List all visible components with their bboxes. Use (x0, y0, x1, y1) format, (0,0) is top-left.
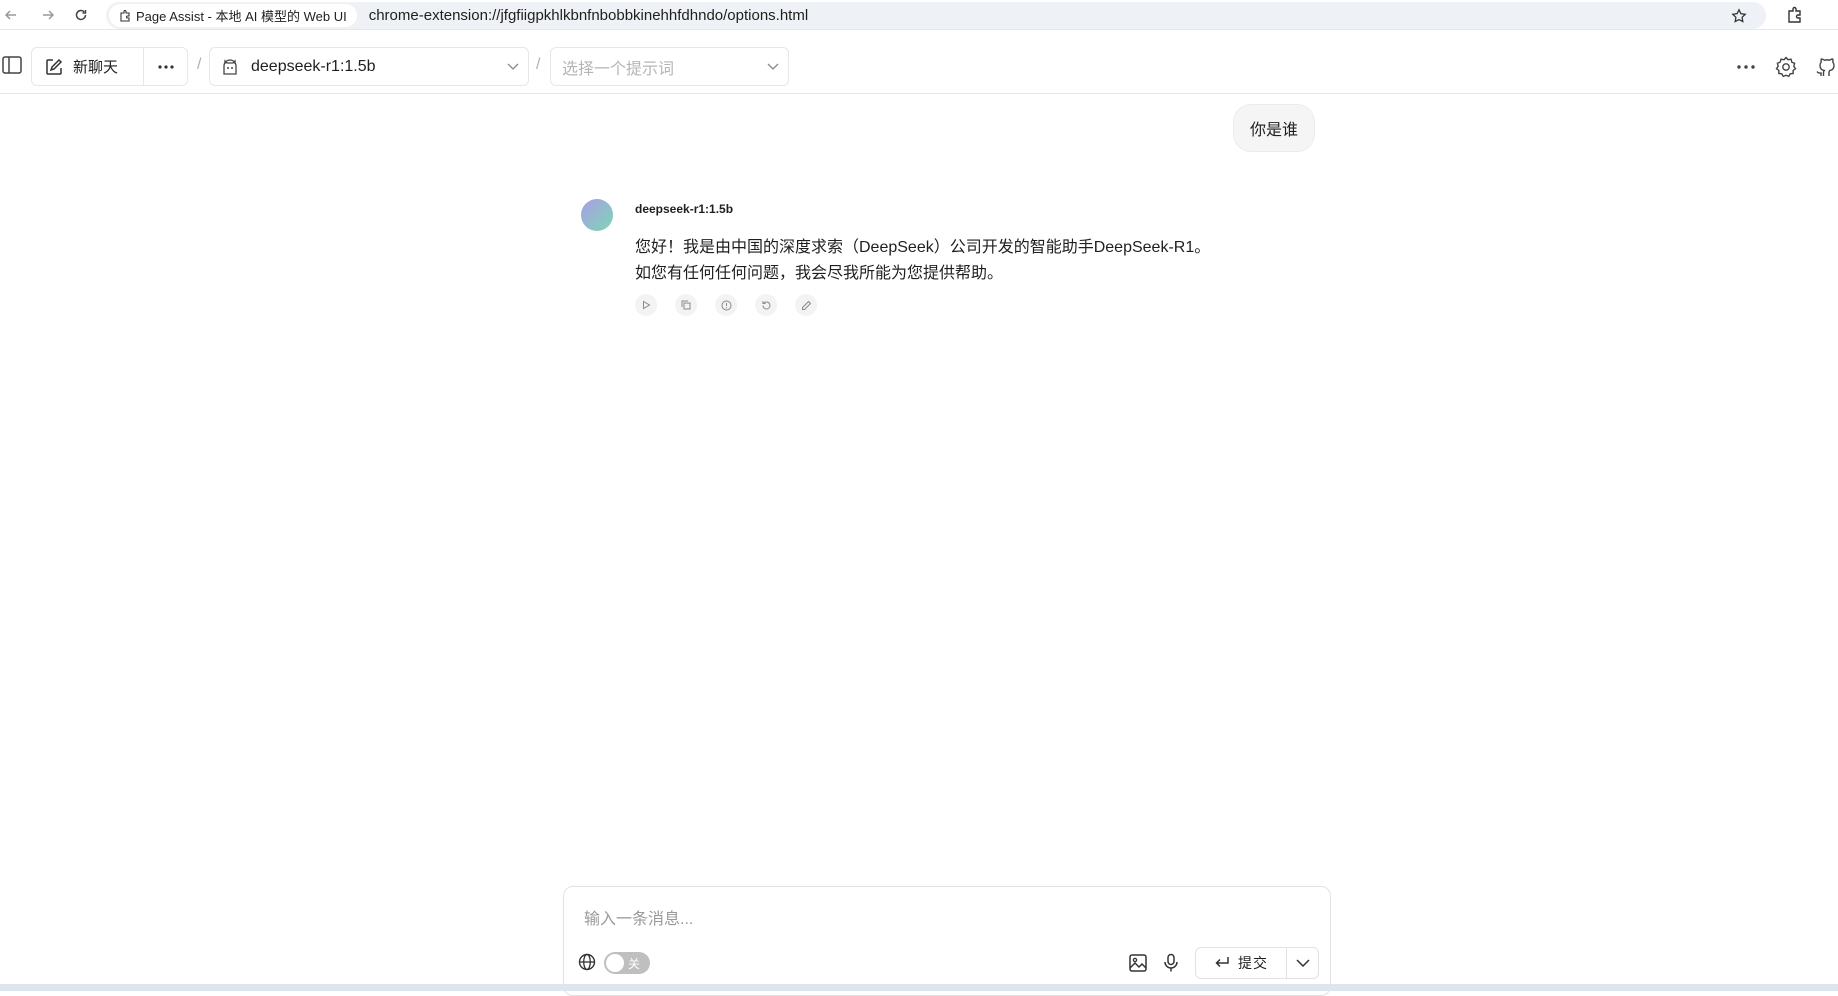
submit-button[interactable]: 提交 (1196, 948, 1287, 978)
ellipsis-icon (1737, 65, 1755, 69)
extensions-button[interactable] (1782, 3, 1808, 27)
regenerate-icon (762, 300, 770, 309)
tab-title: Page Assist - 本地 AI 模型的 Web UI (136, 9, 347, 24)
new-chat-group: 新聊天 (31, 47, 188, 86)
chat-more-button[interactable] (144, 48, 187, 85)
model-select-value: deepseek-r1:1.5b (251, 57, 376, 75)
more-options-button[interactable] (1733, 54, 1759, 80)
edit-icon (801, 300, 811, 310)
toggle-label: 关 (628, 957, 641, 971)
separator: / (197, 56, 202, 73)
message-input[interactable] (584, 909, 1304, 931)
play-button[interactable] (635, 294, 657, 316)
globe-icon (577, 952, 597, 972)
url-text[interactable]: chrome-extension://jfgfiigpkhlkbnfnbobbk… (369, 7, 808, 24)
prompt-select-placeholder: 选择一个提示词 (562, 60, 675, 78)
submit-label: 提交 (1238, 955, 1268, 971)
window-bottom-edge (0, 984, 1838, 991)
browser-toolbar: Page Assist - 本地 AI 模型的 Web UI chrome-ex… (0, 0, 1838, 30)
app-header: 新聊天 / deepseek-r1:1.5b / 选择一个提示词 (0, 38, 1838, 94)
microphone-icon (1164, 953, 1178, 972)
sidebar-icon (2, 56, 22, 74)
image-icon (1129, 954, 1147, 972)
copy-button[interactable] (675, 294, 697, 316)
bot-message-line: 您好！我是由中国的深度求索（DeepSeek）公司开发的智能助手DeepSeek… (635, 239, 1211, 256)
back-button[interactable] (0, 0, 22, 30)
regenerate-button[interactable] (755, 294, 777, 316)
message-composer: 关 提交 (563, 886, 1331, 996)
toggle-knob (606, 954, 624, 972)
info-icon (721, 300, 731, 310)
address-bar[interactable]: Page Assist - 本地 AI 模型的 Web UI chrome-ex… (106, 2, 1766, 29)
bot-avatar (581, 199, 613, 231)
info-button[interactable] (715, 294, 737, 316)
chevron-down-icon (1295, 959, 1310, 967)
github-button[interactable] (1812, 54, 1838, 80)
web-search-toggle[interactable]: 关 (604, 952, 650, 974)
bot-message: 您好！我是由中国的深度求索（DeepSeek）公司开发的智能助手DeepSeek… (635, 235, 1235, 287)
new-chat-label: 新聊天 (73, 59, 119, 76)
edit-square-icon (46, 58, 63, 75)
new-chat-button[interactable]: 新聊天 (32, 48, 144, 85)
gear-icon (1775, 56, 1797, 78)
enter-icon (1215, 957, 1229, 968)
message-actions (635, 294, 817, 316)
site-info-chip[interactable]: Page Assist - 本地 AI 模型的 Web UI (109, 4, 357, 27)
bot-name: deepseek-r1:1.5b (635, 202, 734, 216)
user-message-bubble: 你是谁 (1233, 104, 1315, 152)
extensions-icon (1788, 6, 1801, 23)
settings-button[interactable] (1773, 54, 1799, 80)
edit-button[interactable] (795, 294, 817, 316)
forward-button[interactable] (30, 0, 66, 30)
sidebar-toggle-button[interactable] (0, 54, 24, 76)
ellipsis-icon (157, 64, 174, 69)
upload-image-button[interactable] (1127, 952, 1149, 974)
arrow-left-icon (4, 10, 16, 20)
submit-group: 提交 (1195, 947, 1319, 979)
separator: / (536, 56, 541, 73)
extension-puzzle-icon (120, 9, 130, 22)
submit-options-button[interactable] (1287, 948, 1318, 978)
github-icon (1816, 58, 1835, 76)
reload-icon (75, 9, 87, 21)
prompt-select[interactable]: 选择一个提示词 (550, 47, 789, 86)
star-icon (1731, 8, 1747, 23)
arrow-right-icon (43, 10, 55, 20)
voice-input-button[interactable] (1160, 952, 1182, 974)
bookmark-button[interactable] (1728, 5, 1750, 27)
copy-icon (681, 300, 691, 310)
bot-message-line: 如您有任何任何问题，我会尽我所能为您提供帮助。 (635, 265, 1004, 282)
play-icon (643, 300, 651, 310)
reload-button[interactable] (63, 0, 99, 30)
model-icon (223, 58, 237, 75)
chevron-down-icon (506, 60, 520, 74)
chevron-down-icon (766, 60, 780, 74)
model-select[interactable]: deepseek-r1:1.5b (209, 47, 529, 86)
